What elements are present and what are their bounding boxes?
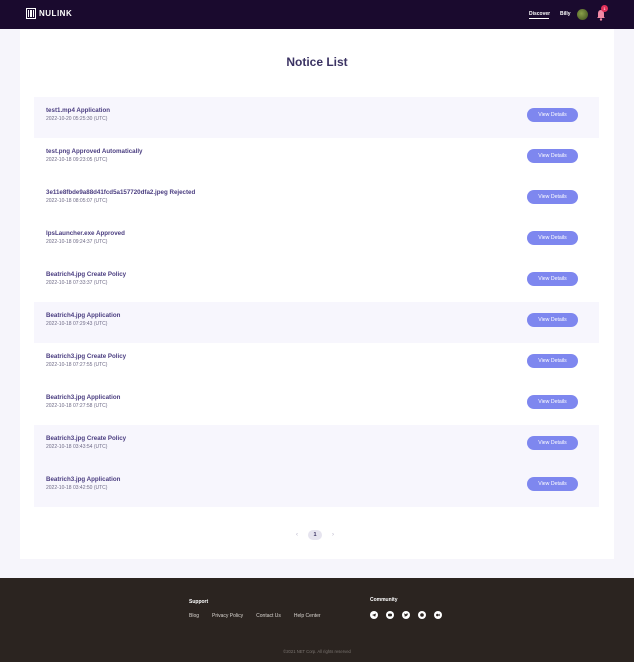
notice-timestamp: 2022-10-18 07:27:58 (UTC) (46, 403, 108, 409)
copyright-text: ©2021 NET Corp. All rights reserved (283, 649, 351, 654)
page-title: Notice List (286, 55, 348, 69)
view-details-button[interactable]: View Details (527, 231, 578, 245)
notice-timestamp: 2022-10-18 03:43:54 (UTC) (46, 444, 108, 450)
notice-list: test1.mp4 Application 2022-10-20 05:25:30… (34, 97, 599, 507)
notice-title: 3e11e8fbde9a88d41fcd5a157720dfa2.jpeg Re… (46, 189, 196, 196)
notification-badge: 1 (601, 5, 608, 12)
notice-row: Beatrich4.jpg Application 2022-10-18 07:2… (34, 302, 599, 343)
logo-icon (26, 8, 36, 19)
notice-timestamp: 2022-10-18 07:27:55 (UTC) (46, 362, 108, 368)
next-page-icon[interactable]: › (332, 532, 334, 538)
notice-timestamp: 2022-10-18 07:33:37 (UTC) (46, 280, 108, 286)
notice-row: IpsLauncher.exe Approved 2022-10-18 09:24… (34, 220, 599, 261)
social-links (370, 611, 442, 619)
notice-title: Beatrich3.jpg Application (46, 394, 121, 401)
support-links: Blog Privacy Policy Contact Us Help Cent… (189, 613, 321, 619)
notice-title: Beatrich3.jpg Application (46, 476, 121, 483)
notice-timestamp: 2022-10-20 05:25:30 (UTC) (46, 116, 108, 122)
notice-row: test.png Approved Automatically 2022-10-1… (34, 138, 599, 179)
notice-title: Beatrich4.jpg Create Policy (46, 271, 127, 278)
pagination: ‹ 1 › (296, 530, 334, 540)
notice-title: IpsLauncher.exe Approved (46, 230, 125, 237)
medium-icon[interactable] (434, 611, 442, 619)
notice-timestamp: 2022-10-18 09:24:37 (UTC) (46, 239, 108, 245)
nav-user-link[interactable]: Billy (560, 11, 571, 17)
notice-title: test.png Approved Automatically (46, 148, 143, 155)
top-navbar: NULINK Discover Billy 1 (0, 0, 634, 29)
support-heading: Support (189, 599, 209, 605)
notice-row: Beatrich3.jpg Create Policy 2022-10-18 07… (34, 343, 599, 384)
telegram-icon[interactable] (370, 611, 378, 619)
notice-row: Beatrich3.jpg Application 2022-10-18 07:2… (34, 384, 599, 425)
notice-row: Beatrich3.jpg Application 2022-10-18 03:4… (34, 466, 599, 507)
notice-title: test1.mp4 Application (46, 107, 111, 114)
footer: Support Blog Privacy Policy Contact Us H… (0, 578, 634, 662)
notice-timestamp: 2022-10-18 03:42:50 (UTC) (46, 485, 108, 491)
community-heading: Community (370, 597, 398, 603)
footer-link-help[interactable]: Help Center (294, 613, 321, 619)
notice-row: 3e11e8fbde9a88d41fcd5a157720dfa2.jpeg Re… (34, 179, 599, 220)
view-details-button[interactable]: View Details (527, 190, 578, 204)
notice-row: test1.mp4 Application 2022-10-20 05:25:30… (34, 97, 599, 138)
view-details-button[interactable]: View Details (527, 395, 578, 409)
notice-title: Beatrich4.jpg Application (46, 312, 121, 319)
notice-row: Beatrich4.jpg Create Policy 2022-10-18 07… (34, 261, 599, 302)
github-icon[interactable] (418, 611, 426, 619)
view-details-button[interactable]: View Details (527, 313, 578, 327)
notice-timestamp: 2022-10-18 09:23:05 (UTC) (46, 157, 108, 163)
page-1-button[interactable]: 1 (308, 530, 322, 540)
notice-title: Beatrich3.jpg Create Policy (46, 353, 127, 360)
logo-text: NULINK (39, 9, 73, 18)
view-details-button[interactable]: View Details (527, 354, 578, 368)
footer-link-contact[interactable]: Contact Us (256, 613, 281, 619)
notice-timestamp: 2022-10-18 07:29:43 (UTC) (46, 321, 108, 327)
notice-row: Beatrich3.jpg Create Policy 2022-10-18 03… (34, 425, 599, 466)
active-nav-indicator (529, 18, 549, 19)
discord-icon[interactable] (386, 611, 394, 619)
view-details-button[interactable]: View Details (527, 477, 578, 491)
footer-link-privacy[interactable]: Privacy Policy (212, 613, 243, 619)
view-details-button[interactable]: View Details (527, 272, 578, 286)
user-avatar[interactable] (577, 9, 588, 20)
prev-page-icon[interactable]: ‹ (296, 532, 298, 538)
nav-discover-link[interactable]: Discover (529, 11, 550, 17)
notice-timestamp: 2022-10-18 08:05:07 (UTC) (46, 198, 108, 204)
nulink-logo[interactable]: NULINK (26, 8, 72, 19)
footer-link-blog[interactable]: Blog (189, 613, 199, 619)
view-details-button[interactable]: View Details (527, 436, 578, 450)
notice-title: Beatrich3.jpg Create Policy (46, 435, 127, 442)
twitter-icon[interactable] (402, 611, 410, 619)
view-details-button[interactable]: View Details (527, 108, 578, 122)
view-details-button[interactable]: View Details (527, 149, 578, 163)
